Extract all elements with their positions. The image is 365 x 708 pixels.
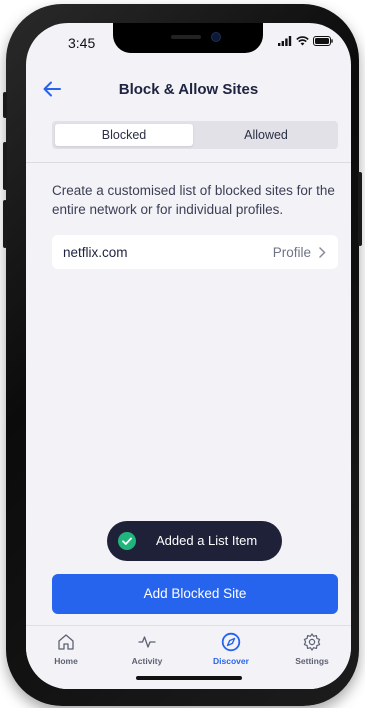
site-name: netflix.com bbox=[63, 245, 128, 260]
row-trailing: Profile bbox=[273, 245, 326, 260]
signal-icon bbox=[278, 36, 292, 46]
status-time: 3:45 bbox=[68, 35, 96, 51]
blocked-site-row[interactable]: netflix.com Profile bbox=[52, 235, 338, 269]
battery-icon bbox=[313, 36, 333, 46]
volume-down-button bbox=[3, 200, 7, 248]
tab-activity-label: Activity bbox=[131, 656, 163, 666]
tab-home-label: Home bbox=[54, 656, 78, 666]
phone-screen: 3:45 Block & Allow Sites Blocked Allowed… bbox=[26, 23, 351, 689]
wifi-icon bbox=[296, 36, 309, 46]
header: Block & Allow Sites bbox=[26, 71, 351, 111]
add-blocked-site-button[interactable]: Add Blocked Site bbox=[52, 574, 338, 614]
description-text: Create a customised list of blocked site… bbox=[52, 183, 335, 217]
camera bbox=[211, 32, 221, 42]
divider bbox=[26, 162, 351, 163]
tab-settings[interactable]: Settings bbox=[282, 632, 342, 666]
tab-activity[interactable]: Activity bbox=[117, 632, 177, 666]
toast-message: Added a List Item bbox=[156, 533, 258, 548]
tab-home[interactable]: Home bbox=[36, 632, 96, 666]
tab-blocked[interactable]: Blocked bbox=[55, 124, 193, 146]
profile-scope-label: Profile bbox=[272, 245, 311, 260]
compass-icon bbox=[221, 632, 241, 652]
tab-settings-label: Settings bbox=[295, 656, 329, 666]
activity-icon bbox=[138, 636, 156, 648]
notch bbox=[113, 23, 263, 53]
tab-allowed[interactable]: Allowed bbox=[197, 124, 335, 146]
tab-discover[interactable]: Discover bbox=[201, 632, 261, 666]
status-icons bbox=[278, 36, 333, 46]
speaker bbox=[171, 35, 201, 39]
phone-frame: 3:45 Block & Allow Sites Blocked Allowed… bbox=[3, 4, 362, 706]
silent-switch bbox=[3, 92, 7, 118]
home-indicator bbox=[136, 676, 242, 680]
home-icon bbox=[58, 634, 74, 650]
gear-icon bbox=[303, 633, 321, 651]
power-button bbox=[358, 172, 362, 246]
page-title: Block & Allow Sites bbox=[118, 81, 259, 98]
chevron-right-icon bbox=[319, 247, 326, 258]
volume-up-button bbox=[3, 142, 7, 190]
toast-notification: Added a List Item bbox=[107, 521, 282, 561]
check-circle-icon bbox=[118, 532, 136, 550]
tab-discover-label: Discover bbox=[213, 656, 249, 666]
segmented-control: Blocked Allowed bbox=[52, 121, 338, 149]
